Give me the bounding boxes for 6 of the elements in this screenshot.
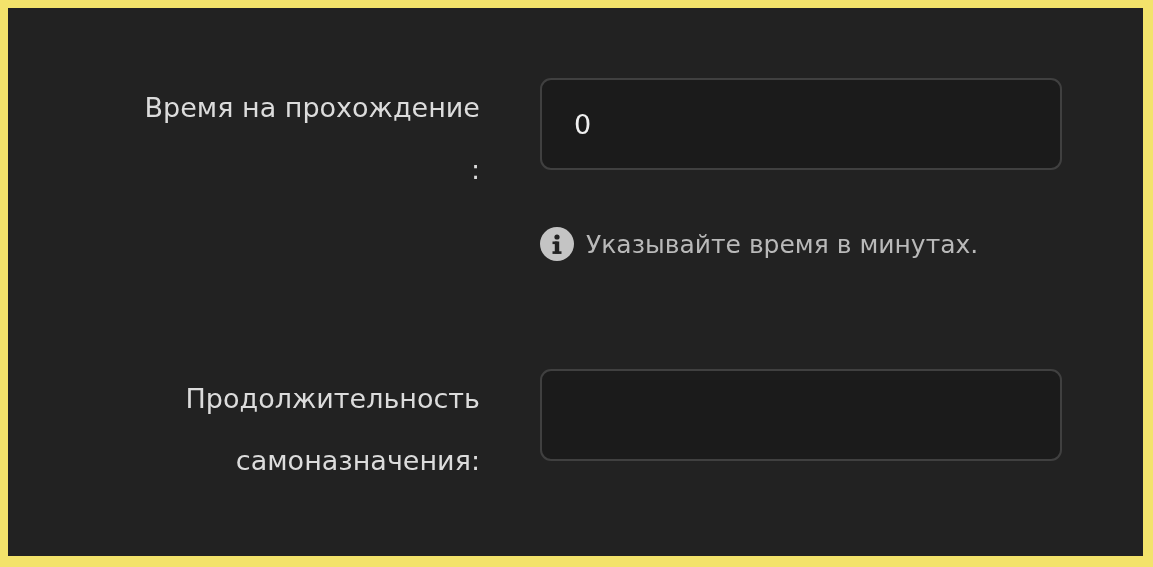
hint-text: Указывайте время в минутах. [586,229,979,259]
field-label: Время на прохождение : [143,91,480,187]
field-label: Продолжительность самоназначения: [184,382,480,478]
input-field[interactable] [540,369,1062,461]
info-icon [540,227,574,261]
input-field[interactable]: 0 [540,78,1062,170]
